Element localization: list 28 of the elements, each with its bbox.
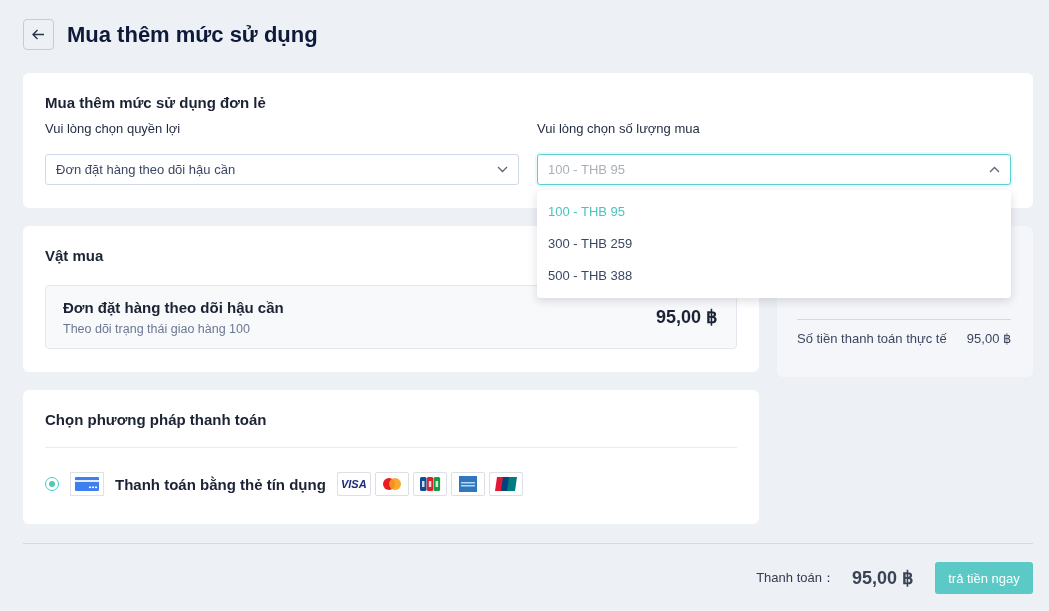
summary-value: 95,00 ฿ — [966, 330, 1011, 348]
total-amount: 95,00 ฿ — [851, 567, 913, 589]
total-label: Thanh toán： — [756, 569, 835, 587]
chevron-icon — [497, 166, 508, 173]
summary-label: Số tiền thanh toán thực tế — [797, 330, 947, 348]
radio-button[interactable] — [45, 477, 59, 491]
card-title: Vật mua — [45, 246, 105, 266]
field-label: Vui lòng chọn quyền lợi — [45, 120, 182, 138]
card-brand-icon — [488, 472, 523, 496]
card-brand-icon — [412, 472, 447, 496]
dropdown-option[interactable]: 300 - THB 259 — [537, 228, 1011, 260]
card-brand-logo: VISA — [336, 472, 371, 496]
item-price: 95,00 ฿ — [655, 306, 717, 328]
dropdown-option[interactable]: 500 - THB 388 — [537, 260, 1011, 292]
page-title: Mua thêm mức sử dụng — [67, 20, 318, 49]
card-brand-icon — [450, 472, 485, 496]
select-field[interactable]: Đơn đặt hàng theo dõi hậu cần — [45, 154, 519, 185]
card-title: Mua thêm mức sử dụng đơn lẻ — [45, 93, 267, 113]
item-name: Đơn đặt hàng theo dõi hậu cần — [63, 297, 284, 318]
back-arrow-icon — [32, 29, 45, 40]
field-label: Vui lòng chọn số lượng mua — [537, 120, 701, 138]
card-title: Chọn phương pháp thanh toán — [45, 410, 268, 430]
credit-card-icon — [70, 472, 104, 496]
payment-method-label: Thanh toán bằng thẻ tín dụng — [115, 475, 326, 493]
card-brand-icon — [374, 472, 409, 496]
chevron-icon — [989, 166, 1000, 173]
back-button[interactable] — [23, 19, 54, 50]
item-description: Theo dõi trạng thái giao hàng 100 — [63, 320, 251, 337]
